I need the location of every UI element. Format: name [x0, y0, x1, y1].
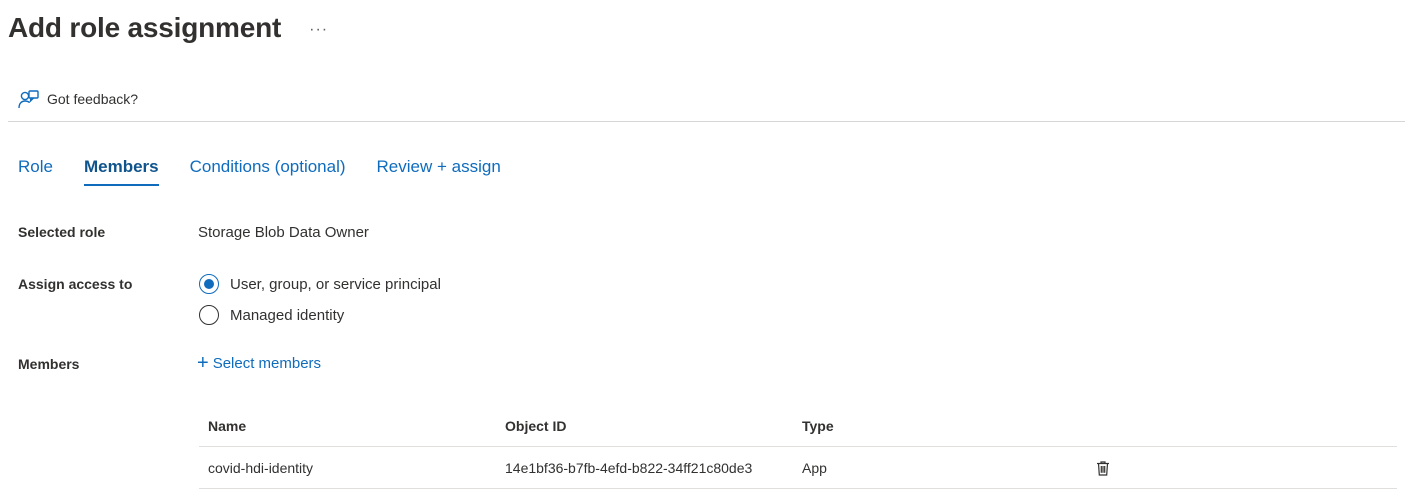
title-row: Add role assignment ··· [8, 10, 328, 46]
members-label: Members [18, 356, 80, 372]
table-header: Name Object ID Type [199, 405, 1397, 447]
assign-access-label: Assign access to [18, 276, 133, 292]
page-title: Add role assignment [8, 12, 282, 43]
member-type: App [802, 459, 827, 476]
column-header-name: Name [208, 417, 247, 434]
radio-user-group-sp[interactable]: User, group, or service principal [199, 274, 441, 294]
row-actions [1094, 459, 1397, 477]
tab-members[interactable]: Members [83, 156, 159, 186]
member-object-id: 14e1bf36-b7fb-4efd-b822-34ff21c80de3 [505, 459, 753, 476]
radio-managed-identity[interactable]: Managed identity [199, 305, 344, 325]
trash-icon[interactable] [1094, 459, 1112, 477]
selected-role-value: Storage Blob Data Owner [198, 224, 369, 241]
select-members-link[interactable]: + Select members [197, 353, 321, 373]
tab-role[interactable]: Role [18, 156, 53, 184]
radio-button-unchecked[interactable] [199, 305, 219, 325]
tab-conditions-label: Conditions (optional) [189, 157, 346, 176]
feedback-icon [17, 88, 39, 110]
wizard-tabs: Role Members Conditions (optional) Revie… [18, 156, 532, 186]
selected-role-label: Selected role [18, 224, 106, 240]
more-options-button[interactable]: ··· [309, 21, 328, 39]
column-header-type: Type [802, 417, 834, 434]
feedback-label: Got feedback? [47, 91, 139, 107]
members-table: Name Object ID Type covid-hdi-identity 1… [199, 405, 1397, 489]
add-role-assignment-page: Add role assignment ··· Got feedback? Ro… [0, 0, 1405, 499]
plus-icon: + [197, 352, 209, 374]
tab-review-assign-label: Review + assign [376, 157, 501, 176]
tab-members-label: Members [83, 157, 159, 176]
radio-user-group-sp-label: User, group, or service principal [230, 275, 441, 293]
toolbar-divider [8, 121, 1405, 122]
feedback-button[interactable]: Got feedback? [17, 88, 138, 110]
member-name: covid-hdi-identity [208, 459, 314, 476]
tab-role-label: Role [18, 157, 53, 176]
tab-conditions[interactable]: Conditions (optional) [190, 156, 346, 184]
column-header-object-id: Object ID [505, 417, 567, 434]
select-members-label: Select members [212, 354, 322, 372]
radio-managed-identity-label: Managed identity [230, 306, 345, 324]
table-row: covid-hdi-identity 14e1bf36-b7fb-4efd-b8… [199, 447, 1397, 489]
tab-review-assign[interactable]: Review + assign [377, 156, 501, 184]
radio-button-checked[interactable] [199, 274, 219, 294]
